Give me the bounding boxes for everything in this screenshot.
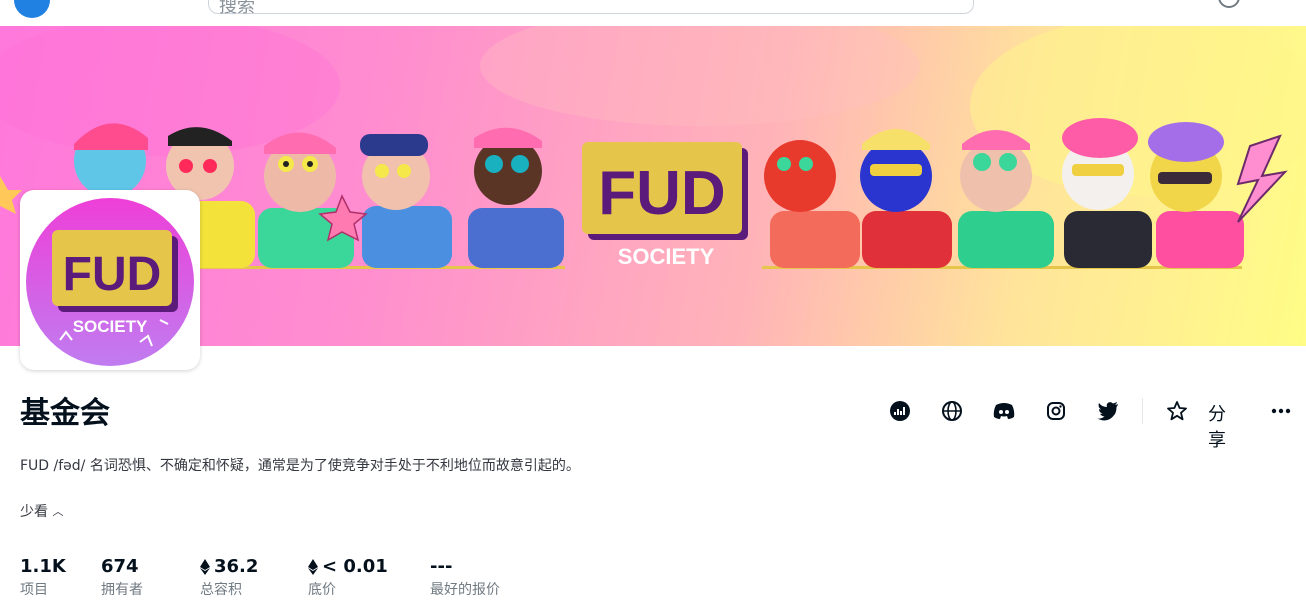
see-less-toggle[interactable]: 少看 ︿ [20, 501, 63, 521]
banner-fud-logo: FUD SOCIETY [582, 142, 748, 269]
twitter-icon[interactable] [1093, 396, 1123, 426]
see-less-label: 少看 [20, 504, 48, 520]
stat-label: 底价 [308, 582, 336, 598]
character-illustration [258, 132, 354, 268]
stat-label: 总容积 [200, 582, 242, 598]
avatar-logo-subtext: SOCIETY [73, 317, 148, 336]
avatar-artwork: FUD SOCIETY [26, 198, 194, 366]
stat-total-volume[interactable]: 36.2 总容积 [200, 556, 258, 599]
stat-value: --- [430, 556, 453, 577]
eth-icon [308, 558, 318, 575]
stat-label: 最好的报价 [430, 582, 500, 598]
top-nav-bar: ▾ 搜索 [0, 0, 1306, 26]
character-illustration [468, 127, 564, 268]
search-input[interactable]: 搜索 [208, 0, 974, 17]
banner-logo-text: FUD [598, 159, 725, 228]
stat-value: 36.2 [214, 556, 259, 577]
activity-icon[interactable] [885, 396, 915, 426]
stat-items[interactable]: 1.1K 项目 [20, 556, 66, 599]
stat-label: 项目 [20, 582, 48, 598]
stat-label: 拥有者 [101, 582, 143, 598]
stat-best-offer[interactable]: --- 最好的报价 [430, 556, 500, 599]
chevron-up-icon: ︿ [52, 505, 64, 518]
character-illustration [360, 134, 452, 268]
avatar-logo-text: FUD [63, 248, 162, 301]
share-button[interactable]: 分享 [1208, 400, 1226, 452]
eth-icon [200, 558, 210, 575]
more-icon[interactable] [1266, 396, 1296, 426]
star-icon[interactable] [1162, 396, 1192, 426]
stat-value: 674 [101, 556, 139, 577]
stat-floor-price[interactable]: < 0.01 底价 [308, 556, 388, 599]
character-illustration [764, 140, 860, 268]
collection-avatar: FUD SOCIETY [20, 190, 200, 370]
banner-logo-subtext: SOCIETY [618, 244, 715, 269]
globe-icon[interactable] [937, 396, 967, 426]
stat-value: 1.1K [20, 556, 66, 577]
collection-title: 基金会 [20, 396, 110, 431]
collection-description: FUD /fəd/ 名词恐惧、不确定和怀疑，通常是为了使竞争对手处于不利地位而故… [20, 458, 580, 474]
actions-divider [1142, 398, 1143, 424]
account-icon[interactable] [1218, 0, 1240, 8]
stat-owners[interactable]: 674 拥有者 [101, 556, 143, 599]
character-illustration [860, 129, 952, 268]
discord-icon[interactable] [989, 396, 1019, 426]
search-placeholder: 搜索 [219, 0, 255, 17]
stat-value: < 0.01 [322, 556, 388, 577]
instagram-icon[interactable] [1041, 396, 1071, 426]
chevron-down-icon[interactable]: ▾ [62, 0, 69, 4]
opensea-logo-icon[interactable] [14, 0, 50, 18]
